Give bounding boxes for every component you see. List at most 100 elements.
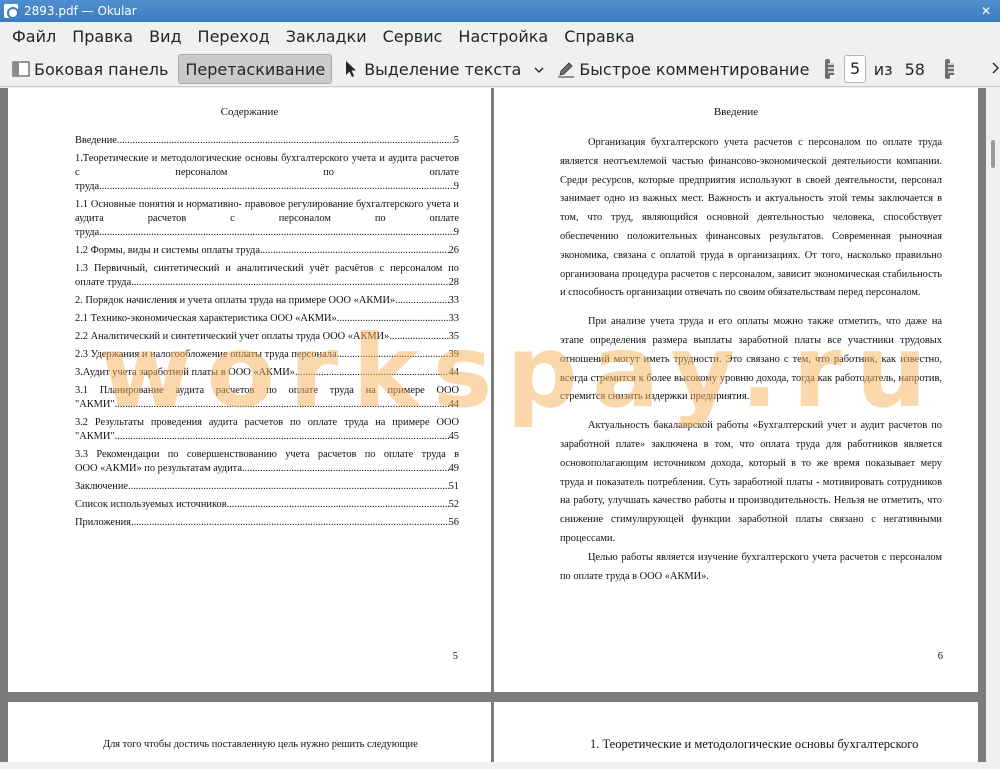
toc-entry-line: 3.Аудит учета заработной платы в ООО «АК…	[75, 366, 459, 380]
toc-page-number: 26	[448, 245, 459, 256]
toc-entry[interactable]: 3.3 Рекомендации по совершенствованию уч…	[75, 448, 459, 476]
toc-entry[interactable]: Приложения 56	[75, 516, 459, 530]
toc-entry[interactable]: 2.2 Аналитический и синтетический учет о…	[75, 330, 459, 344]
toc-entry-text: 3.3 Рекомендации по совершенствованию уч…	[75, 449, 459, 460]
toc-page-number: 28	[448, 277, 459, 288]
menu-edit[interactable]: Правка	[64, 24, 141, 50]
toc-entry-line: Список используемых источников 52	[75, 498, 459, 512]
toc-page-number: 33	[448, 313, 459, 324]
table-of-contents: Введение 5 1.Теоретические и методологичес…	[75, 134, 459, 534]
pdf-page-8: 1. Теоретические и методологические осно…	[494, 702, 978, 762]
intro-paragraph: Организация бухгалтерского учета расчето…	[560, 137, 942, 299]
menu-go[interactable]: Переход	[190, 24, 278, 50]
text-select-tool-label: Выделение текста	[364, 59, 522, 79]
toc-entry-line: 2.1 Технико-экономическая характеристика…	[75, 312, 459, 326]
toc-entry-label: оплате труда	[75, 277, 132, 288]
toc-entry-line: ООО «АКМИ» по результатам аудита 49	[75, 462, 459, 476]
toc-entry-label: 2.2 Аналитический и синтетический учет о…	[75, 331, 390, 342]
toc-entry-label: ООО «АКМИ» по результатам аудита	[75, 463, 242, 474]
tool-menu-dropdown[interactable]	[531, 54, 547, 84]
toc-leader-dots	[260, 244, 449, 258]
quick-annotate-button[interactable]: Быстрое комментирование	[551, 54, 815, 84]
window-titlebar: 2893.pdf — Okular ✕	[0, 0, 1000, 22]
toc-entry-label: 2. Порядок начисления и учета оплаты тру…	[75, 295, 396, 306]
next-page-icon[interactable]	[944, 59, 955, 79]
menu-view[interactable]: Вид	[141, 24, 189, 50]
toc-page-number: 9	[453, 227, 459, 238]
toc-entry-text: 1.3 Первичный, синтетический и аналитиче…	[75, 263, 459, 274]
browse-tool-label: Перетаскивание	[185, 59, 326, 79]
intro-paragraph: При анализе учета труда и его оплаты мож…	[560, 316, 942, 403]
toc-page-number: 45	[448, 431, 459, 442]
toc-entry[interactable]: 2.1 Технико-экономическая характеристика…	[75, 312, 459, 326]
toc-page-number: 5	[453, 135, 459, 146]
previous-page-icon[interactable]	[825, 59, 835, 79]
toc-entry[interactable]: 3.2 Результаты проведения аудита расчето…	[75, 416, 459, 444]
toc-entry[interactable]: Список используемых источников 52	[75, 498, 459, 512]
toc-page-number: 51	[448, 481, 459, 492]
okular-app-icon	[4, 4, 19, 19]
toc-entry-line: Заключение 51	[75, 480, 459, 494]
toc-entry-line: труда 9	[75, 226, 459, 240]
page-number-input[interactable]: 5	[844, 55, 866, 83]
chevron-down-icon	[533, 60, 545, 79]
toc-entry-line: 2.3 Удержания и налогообложение оплаты т…	[75, 348, 459, 362]
toc-leader-dots	[115, 430, 449, 444]
toc-entry[interactable]: 1.Теоретические и методологические основ…	[75, 152, 459, 194]
toc-entry[interactable]: 3.Аудит учета заработной платы в ООО «АК…	[75, 366, 459, 380]
sidebar-icon	[12, 60, 30, 78]
browse-tool-button[interactable]: Перетаскивание	[178, 54, 333, 84]
document-viewport[interactable]: Содержание Введение 5 1.Теоретические и ме…	[0, 88, 986, 762]
toc-entry[interactable]: 1.1 Основные понятия и нормативно- право…	[75, 198, 459, 240]
toc-entry-text: 3.1 Планирование аудита расчетов по опла…	[75, 385, 459, 396]
toc-entry[interactable]: 2.3 Удержания и налогообложение оплаты т…	[75, 348, 459, 362]
window-buttons: ✕	[978, 3, 994, 19]
menu-bookmarks[interactable]: Закладки	[278, 24, 375, 50]
menu-settings[interactable]: Настройка	[450, 24, 556, 50]
toc-leader-dots	[389, 330, 448, 344]
page-total: 58	[904, 59, 925, 79]
toc-leader-dots	[99, 226, 454, 240]
toc-page-number: 35	[448, 331, 459, 342]
toc-entry[interactable]: 1.3 Первичный, синтетический и аналитиче…	[75, 262, 459, 290]
intro-body: Организация бухгалтерского учета расчето…	[560, 134, 942, 596]
toc-entry-label: труда	[75, 181, 100, 192]
toc-entry[interactable]: Введение 5	[75, 134, 459, 148]
cursor-arrow-icon	[342, 60, 360, 78]
page-8-heading: 1. Теоретические и методологические осно…	[590, 737, 919, 751]
vertical-scrollbar[interactable]	[986, 88, 1000, 762]
menu-file[interactable]: Файл	[4, 24, 64, 50]
toc-leader-dots	[337, 348, 449, 362]
toc-entry-label: 1.2 Формы, виды и системы оплаты труда	[75, 245, 260, 256]
close-icon[interactable]: ✕	[978, 3, 994, 19]
toc-entry-line: оплате труда 28	[75, 276, 459, 290]
toc-entry[interactable]: Заключение 51	[75, 480, 459, 494]
toc-entry-line: Приложения 56	[75, 516, 459, 530]
toc-entry-label: Приложения	[75, 517, 131, 528]
pdf-page-7: Для того чтобы достичь поставленную цель…	[8, 702, 491, 762]
toc-leader-dots	[117, 134, 454, 148]
toolbar-overflow-icon[interactable]	[990, 60, 1000, 79]
toc-entry-line: труда 9	[75, 180, 459, 194]
toc-entry-line: 1.2 Формы, виды и системы оплаты труда 26	[75, 244, 459, 258]
intro-paragraph: Целью работы является изучение бухгалтер…	[560, 551, 942, 582]
page-7-first-line: Для того чтобы достичь поставленную цель…	[103, 739, 418, 750]
toc-entry[interactable]: 1.2 Формы, виды и системы оплаты труда 26	[75, 244, 459, 258]
menu-tools[interactable]: Сервис	[375, 24, 451, 50]
toc-entry[interactable]: 2. Порядок начисления и учета оплаты тру…	[75, 294, 459, 308]
toc-leader-dots	[337, 312, 449, 326]
scrollbar-thumb[interactable]	[991, 140, 995, 168]
menu-help[interactable]: Справка	[556, 24, 643, 50]
toc-leader-dots	[99, 180, 454, 194]
toc-page-number: 39	[448, 349, 459, 360]
menubar: Файл Правка Вид Переход Закладки Сервис …	[0, 22, 1000, 52]
text-select-tool-button[interactable]: Выделение текста	[336, 54, 527, 84]
pdf-page-5: Содержание Введение 5 1.Теоретические и ме…	[8, 88, 491, 692]
toc-leader-dots	[131, 276, 448, 290]
toc-page-number: 33	[448, 295, 459, 306]
toc-leader-dots	[242, 462, 449, 476]
toc-entry-line: "АКМИ" 45	[75, 430, 459, 444]
sidebar-button[interactable]: Боковая панель	[6, 54, 174, 84]
toc-entry[interactable]: 3.1 Планирование аудита расчетов по опла…	[75, 384, 459, 412]
toc-page-number: 49	[448, 463, 459, 474]
